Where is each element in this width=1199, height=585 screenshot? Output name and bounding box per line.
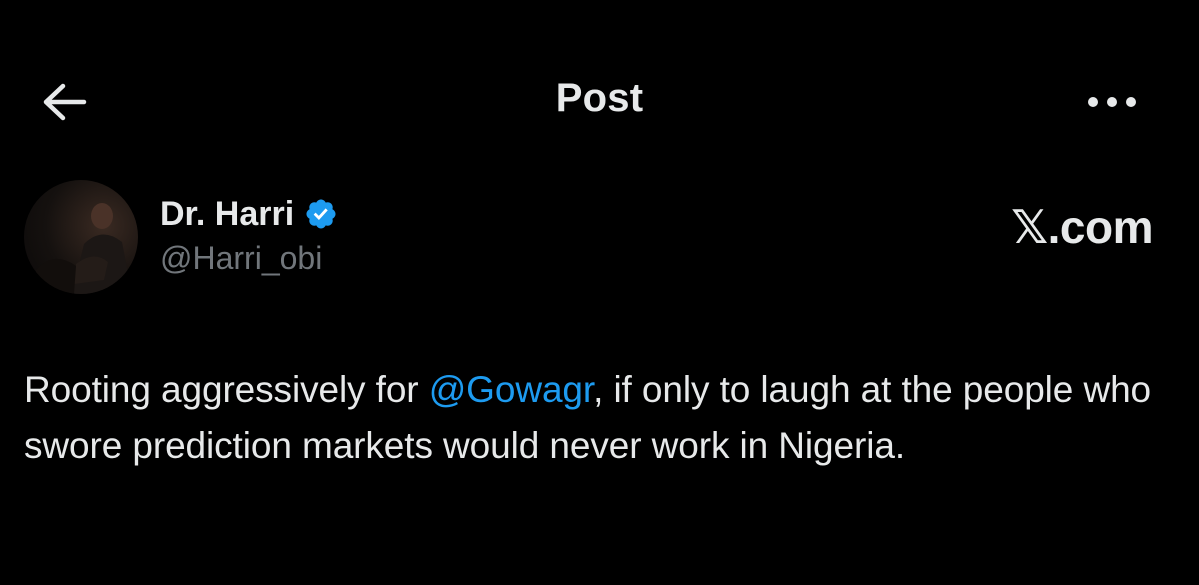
author-name-row: Dr. Harri [160,192,338,236]
post-text: Rooting aggressively for @Gowagr, if onl… [24,362,1174,474]
more-horizontal-icon [1088,97,1136,107]
verified-badge-icon [304,197,338,231]
arrow-left-icon [43,83,87,121]
mention-link[interactable]: @Gowagr [429,369,593,410]
back-button[interactable] [36,78,92,126]
display-name[interactable]: Dr. Harri [160,195,294,234]
avatar[interactable] [24,180,138,294]
top-bar: Post [0,0,1199,200]
avatar-photo-icon [32,203,132,294]
x-com-watermark: 𝕏.com [1011,201,1153,253]
more-options-button[interactable] [1080,78,1144,126]
author-handle[interactable]: @Harri_obi [160,240,322,277]
page-title: Post [555,76,644,120]
post-text-before: Rooting aggressively for [24,369,429,410]
